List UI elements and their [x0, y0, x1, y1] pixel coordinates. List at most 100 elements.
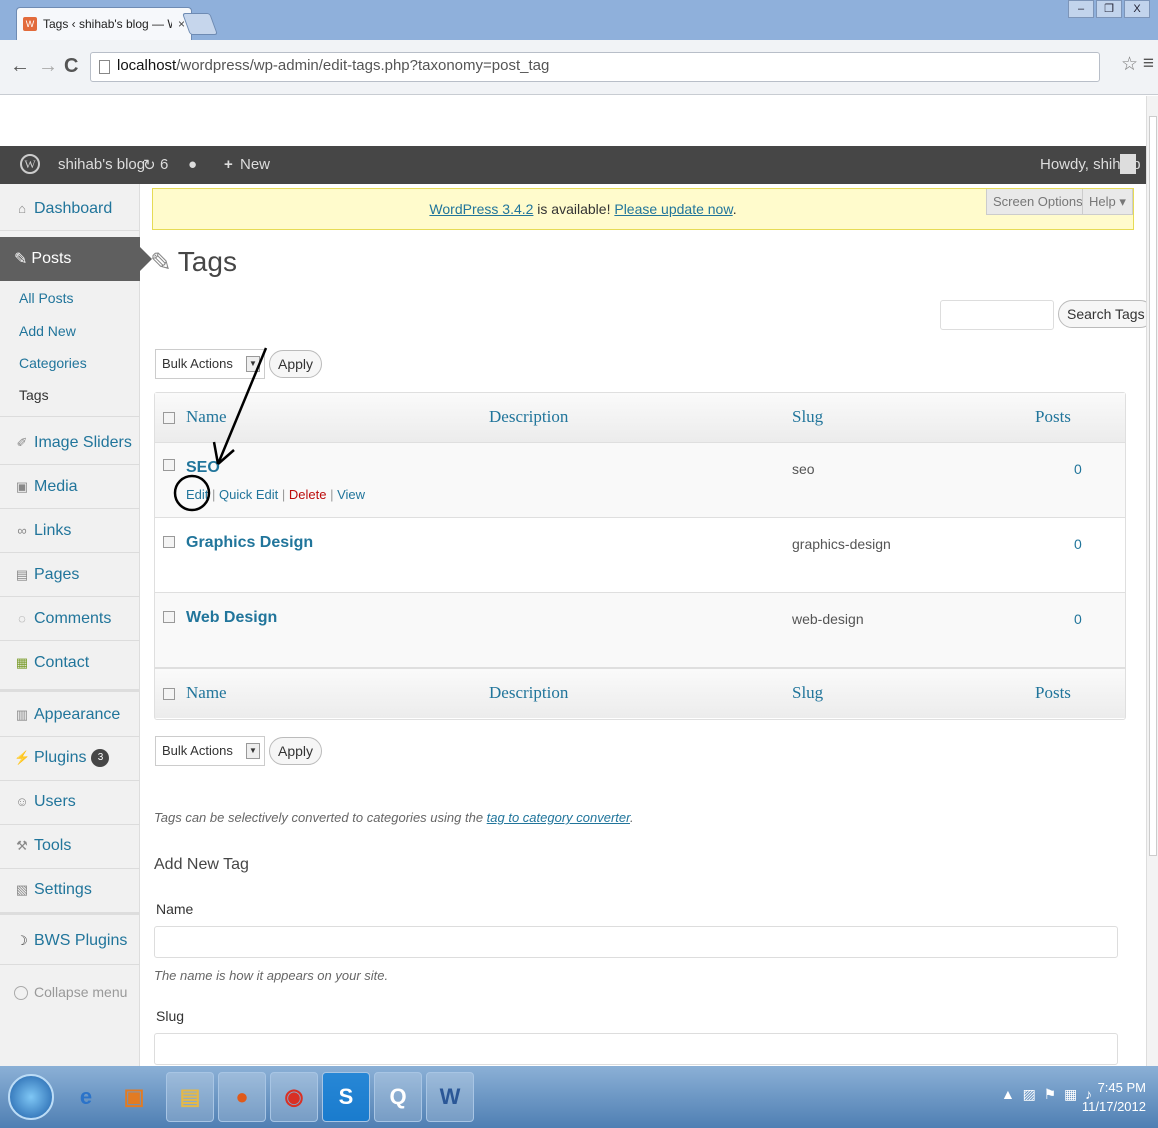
appearance-icon: ▥ — [15, 707, 29, 722]
home-icon: ⌂ — [18, 201, 26, 216]
reload-icon[interactable]: C — [64, 55, 78, 78]
submenu-all-posts[interactable]: All Posts — [19, 290, 73, 306]
sidebar-item-links[interactable]: ∞ Links — [0, 518, 140, 544]
q-app-icon[interactable]: Q — [374, 1072, 422, 1122]
internet-explorer-icon[interactable]: e — [62, 1072, 110, 1122]
search-tags-button[interactable]: Search Tags — [1058, 300, 1146, 328]
system-clock[interactable]: 7:45 PM 11/17/2012 — [1082, 1078, 1146, 1116]
sidebar-item-bws-plugins[interactable]: ☽ BWS Plugins — [0, 928, 140, 954]
sidebar-item-label: BWS Plugins — [34, 932, 128, 949]
sidebar-item-pages[interactable]: ▤ Pages — [0, 562, 140, 588]
back-icon[interactable]: ← — [10, 55, 30, 78]
tray-flag-icon[interactable]: ⚑ — [1044, 1086, 1057, 1102]
tag-posts-count[interactable]: 0 — [1074, 611, 1082, 627]
sidebar-item-label: Pages — [34, 566, 80, 583]
tag-name-field[interactable] — [154, 926, 1118, 958]
tag-posts-count[interactable]: 0 — [1074, 536, 1082, 552]
sidebar-item-tools[interactable]: ⚒ Tools — [0, 833, 140, 859]
tag-name-link[interactable]: SEO — [186, 459, 220, 477]
column-slug[interactable]: Slug — [792, 683, 823, 703]
sidebar-item-posts[interactable]: ✎ Posts — [0, 237, 152, 281]
tray-expand-icon[interactable]: ▲ — [1001, 1086, 1015, 1102]
sidebar-item-media[interactable]: ▣ Media — [0, 474, 140, 500]
sidebar-item-users[interactable]: ☺ Users — [0, 789, 140, 815]
sidebar-item-appearance[interactable]: ▥ Appearance — [0, 702, 140, 728]
updates-icon[interactable]: ↻ — [143, 156, 156, 174]
column-slug[interactable]: Slug — [792, 407, 823, 427]
tag-slug-field[interactable] — [154, 1033, 1118, 1065]
scrollbar-thumb[interactable] — [1149, 116, 1157, 856]
column-name[interactable]: Name — [186, 407, 227, 427]
row-checkbox[interactable] — [163, 611, 175, 623]
submenu-categories[interactable]: Categories — [19, 355, 87, 371]
tags-table: Name Description Slug Posts SEO seo 0 Ed… — [154, 392, 1126, 720]
address-bar[interactable]: localhost/wordpress/wp-admin/edit-tags.p… — [90, 52, 1100, 82]
tag-name-link[interactable]: Web Design — [186, 609, 277, 627]
media-player-icon[interactable]: ▣ — [110, 1072, 158, 1122]
column-description[interactable]: Description — [489, 407, 568, 427]
edit-link[interactable]: Edit — [186, 487, 208, 502]
bulk-actions-select-top[interactable]: Bulk Actions ▼ — [155, 349, 265, 379]
sidebar-item-comments[interactable]: ◌ Comments — [0, 606, 140, 632]
file-explorer-icon[interactable]: ▤ — [166, 1072, 214, 1122]
tag-to-category-converter-link[interactable]: tag to category converter — [487, 810, 630, 825]
tray-app-icon[interactable]: ▨ — [1023, 1086, 1036, 1102]
quick-edit-link[interactable]: Quick Edit — [219, 487, 278, 502]
new-content-link[interactable]: New — [240, 156, 270, 173]
sidebar-item-image-sliders[interactable]: ✐ Image Sliders — [0, 430, 140, 456]
note-end: . — [630, 810, 634, 825]
skype-icon[interactable]: S — [322, 1072, 370, 1122]
plugins-update-badge: 3 — [91, 749, 110, 767]
view-link[interactable]: View — [337, 487, 365, 502]
column-name[interactable]: Name — [186, 683, 227, 703]
wordpress-logo-icon[interactable]: W — [20, 154, 40, 174]
collapse-menu-button[interactable]: Collapse menu — [14, 984, 127, 1001]
column-posts[interactable]: Posts — [1035, 683, 1071, 703]
update-now-link[interactable]: Please update now — [614, 201, 732, 217]
comments-bubble-icon[interactable]: ● — [188, 156, 197, 173]
select-all-checkbox[interactable] — [163, 412, 175, 424]
minimize-icon[interactable]: – — [1068, 0, 1094, 18]
submenu-add-new[interactable]: Add New — [19, 323, 76, 339]
select-all-checkbox[interactable] — [163, 688, 175, 700]
apply-button-bottom[interactable]: Apply — [269, 737, 323, 765]
restore-icon[interactable]: ❐ — [1096, 0, 1122, 18]
network-icon[interactable]: ▦ — [1064, 1086, 1077, 1102]
delete-link[interactable]: Delete — [289, 487, 327, 502]
forward-icon[interactable]: → — [38, 55, 58, 78]
wordpress-version-link[interactable]: WordPress 3.4.2 — [429, 201, 533, 217]
word-icon[interactable]: W — [426, 1072, 474, 1122]
apply-button-top[interactable]: Apply — [269, 350, 323, 378]
submenu-tags[interactable]: Tags — [19, 387, 49, 403]
tag-posts-count[interactable]: 0 — [1074, 461, 1082, 477]
row-checkbox[interactable] — [163, 536, 175, 548]
close-window-icon[interactable]: X — [1124, 0, 1150, 18]
column-posts[interactable]: Posts — [1035, 407, 1071, 427]
search-tags-input[interactable] — [940, 300, 1054, 330]
start-button[interactable] — [8, 1074, 54, 1120]
divider — [0, 464, 140, 465]
bookmark-star-icon[interactable]: ☆ — [1121, 53, 1138, 76]
sidebar-item-plugins[interactable]: ⚡ Plugins 3 — [0, 745, 140, 771]
tag-name-link[interactable]: Graphics Design — [186, 534, 313, 552]
contact-form-icon: ▦ — [15, 655, 29, 670]
collapse-arrow-icon — [14, 986, 28, 1001]
sidebar-item-dashboard[interactable]: ⌂ Dashboard — [0, 196, 140, 222]
bulk-actions-select-bottom[interactable]: Bulk Actions ▼ — [155, 736, 265, 766]
help-button[interactable]: Help ▾ — [1082, 189, 1133, 215]
avatar[interactable] — [1120, 154, 1136, 174]
page-title-text: Tags — [177, 246, 237, 277]
chrome-icon[interactable]: ◉ — [270, 1072, 318, 1122]
site-name-link[interactable]: shihab's blog — [58, 156, 145, 173]
sidebar-item-settings[interactable]: ▧ Settings — [0, 877, 140, 903]
admin-sidebar: ⌂ Dashboard ✎ Posts All Posts Add New Ca… — [0, 184, 152, 1066]
sidebar-item-contact[interactable]: ▦ Contact — [0, 650, 140, 676]
browser-tab[interactable]: W Tags ‹ shihab's blog — W × — [16, 7, 192, 40]
browser-menu-icon[interactable]: ≡ — [1143, 53, 1154, 75]
firefox-icon[interactable]: ● — [218, 1072, 266, 1122]
column-description[interactable]: Description — [489, 683, 568, 703]
vertical-scrollbar[interactable] — [1146, 96, 1158, 1066]
sidebar-item-label: Users — [34, 793, 76, 810]
row-checkbox[interactable] — [163, 459, 175, 471]
table-row: SEO seo 0 Edit | Quick Edit | Delete | V… — [155, 443, 1125, 518]
